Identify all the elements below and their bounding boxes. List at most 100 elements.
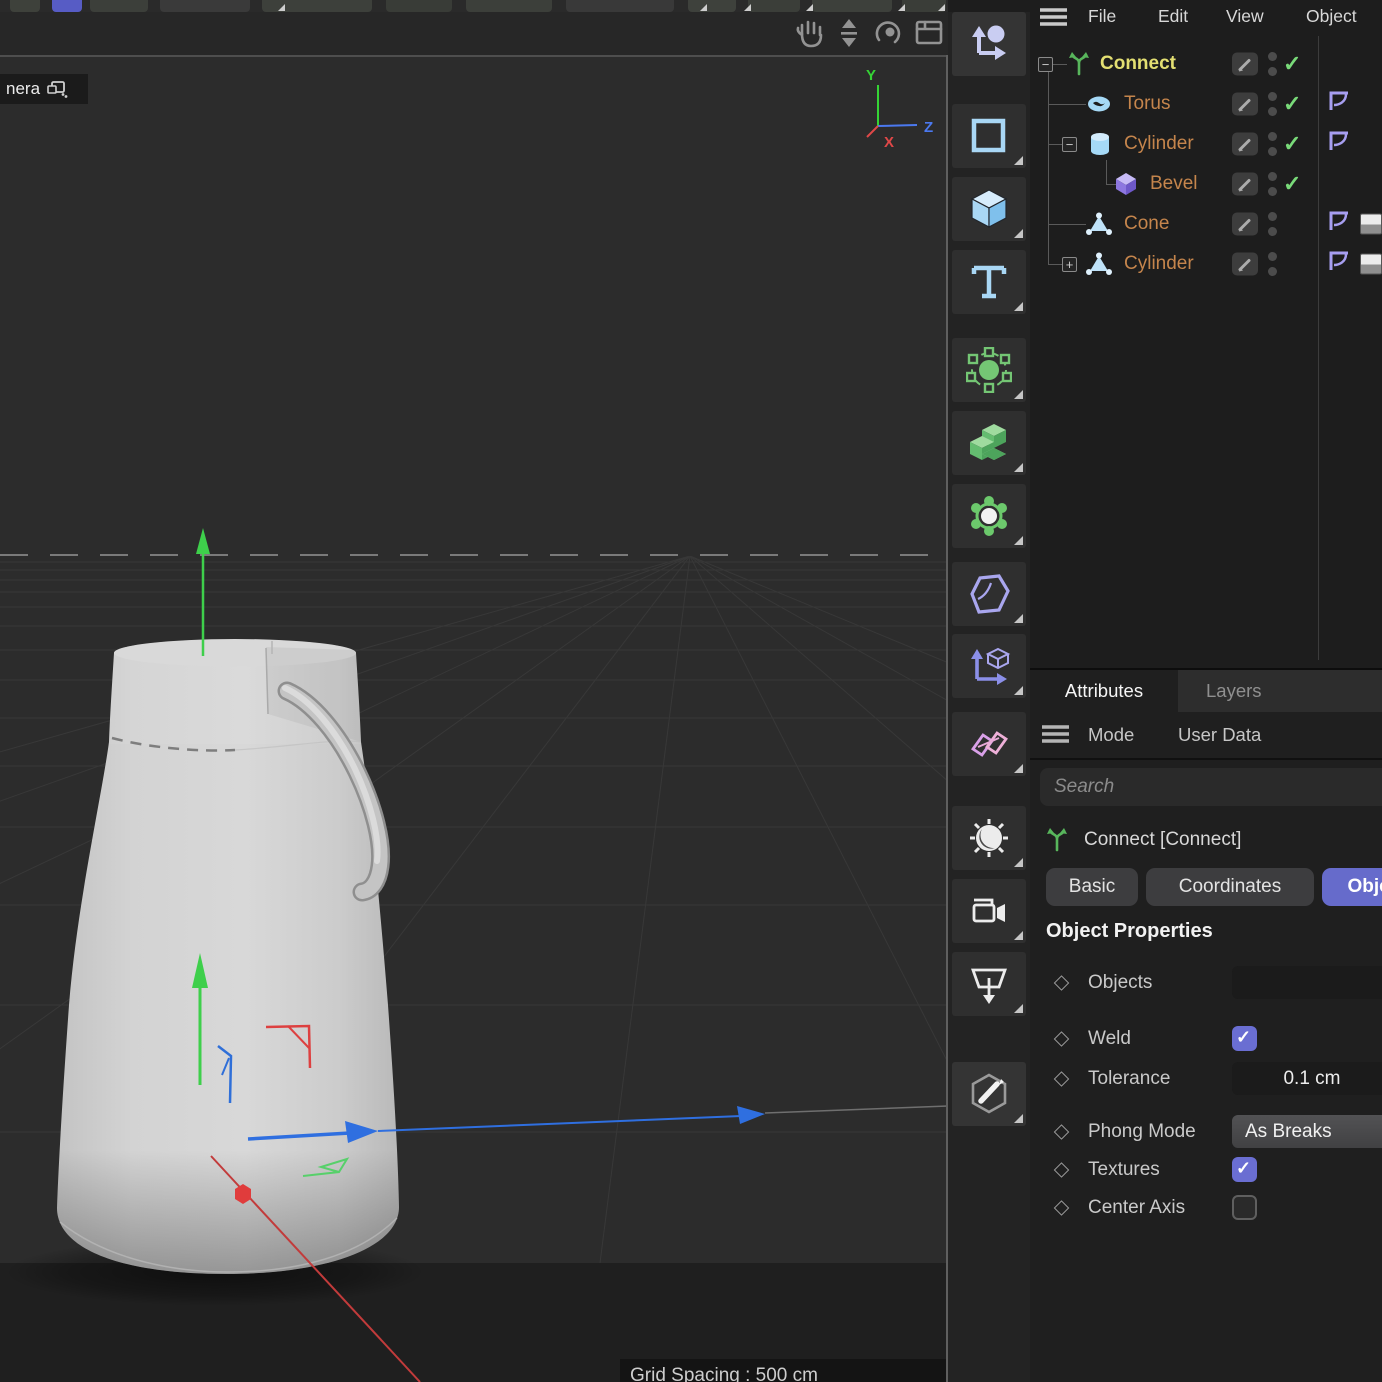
toolbar-button[interactable] [688,0,736,12]
object-row-cylinder[interactable]: − Cylinder ✓ [1030,124,1382,164]
selection-tag-icon[interactable] [1360,213,1382,235]
toolbar-button[interactable] [566,0,674,12]
tab-object[interactable]: Object [1322,868,1382,906]
search-input[interactable]: Search [1040,768,1382,806]
phong-mode-dropdown[interactable]: As Breaks [1232,1115,1382,1148]
expand-toggle[interactable]: − [1038,57,1053,72]
tab-basic[interactable]: Basic [1046,868,1138,906]
object-name[interactable]: Cylinder [1124,133,1194,155]
edit-enable-toggle[interactable] [1232,52,1258,76]
expand-toggle[interactable]: − [1062,137,1077,152]
enabled-check-icon[interactable]: ✓ [1283,51,1301,77]
edit-enable-toggle[interactable] [1232,132,1258,156]
mode-menu-icon[interactable] [1040,724,1072,745]
enabled-check-icon[interactable]: ✓ [1283,91,1301,117]
prop-diamond-icon[interactable] [1053,1031,1070,1047]
edit-enable-toggle[interactable] [1232,172,1258,196]
menu-view[interactable]: View [1226,6,1264,27]
expand-toggle[interactable]: + [1062,257,1077,272]
phong-tag-icon[interactable] [1326,129,1351,159]
edit-enable-toggle[interactable] [1232,212,1258,236]
camera-object-button[interactable] [952,879,1026,943]
attribute-manager: Attributes Layers Mode User Data Search … [1030,668,1382,1382]
object-name[interactable]: Bevel [1150,173,1198,195]
camera-settings-icon[interactable] [47,80,68,98]
prop-diamond-icon[interactable] [1053,1200,1070,1216]
mode-menu[interactable]: Mode [1088,724,1134,746]
toolbar-button[interactable] [90,0,148,12]
prop-diamond-icon[interactable] [1053,975,1070,991]
center-axis-checkbox[interactable] [1232,1195,1257,1220]
menu-file[interactable]: File [1088,6,1116,27]
edit-enable-toggle[interactable] [1232,252,1258,276]
textures-checkbox[interactable] [1232,1157,1257,1182]
light-object-button[interactable] [952,806,1026,870]
volume-generator-button[interactable] [952,411,1026,475]
camera-icon [972,898,1005,923]
menu-edit[interactable]: Edit [1158,6,1188,27]
text-tool-button[interactable] [952,250,1026,314]
visibility-dots[interactable] [1268,252,1277,276]
toolbar-button[interactable] [10,0,40,12]
panel-menu-icon[interactable] [1038,7,1070,28]
tab-coordinates[interactable]: Coordinates [1146,868,1314,906]
toolbar-button[interactable] [466,0,552,12]
visibility-dots[interactable] [1268,132,1277,156]
visibility-dots[interactable] [1268,172,1277,196]
toolbar-button[interactable] [386,0,452,12]
object-name[interactable]: Cone [1124,213,1169,235]
viewport-camera-menu[interactable]: nera [0,74,88,104]
toolbar-button-active[interactable] [52,0,82,12]
prop-diamond-icon[interactable] [1053,1071,1070,1087]
prop-label: Weld [1088,1028,1131,1049]
toolbar-button[interactable] [812,0,892,12]
mograph-cloner-button[interactable] [952,712,1026,776]
tab-attributes[interactable]: Attributes [1030,670,1178,712]
visibility-dots[interactable] [1268,212,1277,236]
object-row-cylinder2[interactable]: + Cylinder ✓ [1030,244,1382,284]
sculpt-edit-button[interactable] [952,1062,1026,1126]
stage-object-button[interactable] [952,952,1026,1016]
selected-object-header: Connect [Connect] [1046,822,1241,858]
object-name[interactable]: Cylinder [1124,253,1194,275]
toolbar-button[interactable] [160,0,250,12]
3d-viewport[interactable]: Y Z X nera Grid Spacing : 500 cm [0,12,948,1382]
tab-layers[interactable]: Layers [1178,670,1382,712]
prop-diamond-icon[interactable] [1053,1124,1070,1140]
spline-rectangle-tool-button[interactable] [952,104,1026,168]
enabled-check-icon[interactable]: ✓ [1283,171,1301,197]
workplane-button[interactable] [952,634,1026,698]
section-title: Object Properties [1046,920,1213,942]
menu-object[interactable]: Object [1306,6,1357,27]
object-name[interactable]: Torus [1124,93,1170,115]
transform-tool-icon [972,25,1006,60]
object-row-connect[interactable]: − Connect ✓ [1030,44,1382,84]
selection-tag-icon[interactable] [1360,253,1382,275]
user-data-menu[interactable]: User Data [1178,724,1261,746]
rectangle-spline-icon [971,118,1006,153]
prop-diamond-icon[interactable] [1053,1162,1070,1178]
main-toolbar-strip[interactable] [0,0,948,12]
transform-tool-button[interactable] [952,12,1026,76]
edit-enable-toggle[interactable] [1232,92,1258,116]
enabled-check-icon[interactable]: ✓ [1283,131,1301,157]
weld-checkbox[interactable] [1232,1026,1257,1051]
phong-tag-icon[interactable] [1326,209,1351,239]
prop-row-objects: Objects [1030,966,1382,1000]
object-name[interactable]: Connect [1100,53,1176,75]
phong-tag-icon[interactable] [1326,249,1351,279]
phong-tag-icon[interactable] [1326,89,1351,119]
primitive-cube-tool-button[interactable] [952,177,1026,241]
visibility-dots[interactable] [1268,52,1277,76]
deformer-button[interactable] [952,562,1026,626]
toolbar-button[interactable] [748,0,800,12]
object-row-bevel[interactable]: Bevel ✓ [1030,164,1382,204]
object-row-torus[interactable]: Torus ✓ [1030,84,1382,124]
object-row-cone[interactable]: Cone ✓ [1030,204,1382,244]
viewport-canvas[interactable]: Y Z X [0,12,948,1382]
subdivision-surface-button[interactable] [952,338,1026,402]
objects-field[interactable] [1232,966,1382,999]
visibility-dots[interactable] [1268,92,1277,116]
simulation-button[interactable] [952,484,1026,548]
tolerance-field[interactable]: 0.1 cm [1232,1062,1382,1095]
